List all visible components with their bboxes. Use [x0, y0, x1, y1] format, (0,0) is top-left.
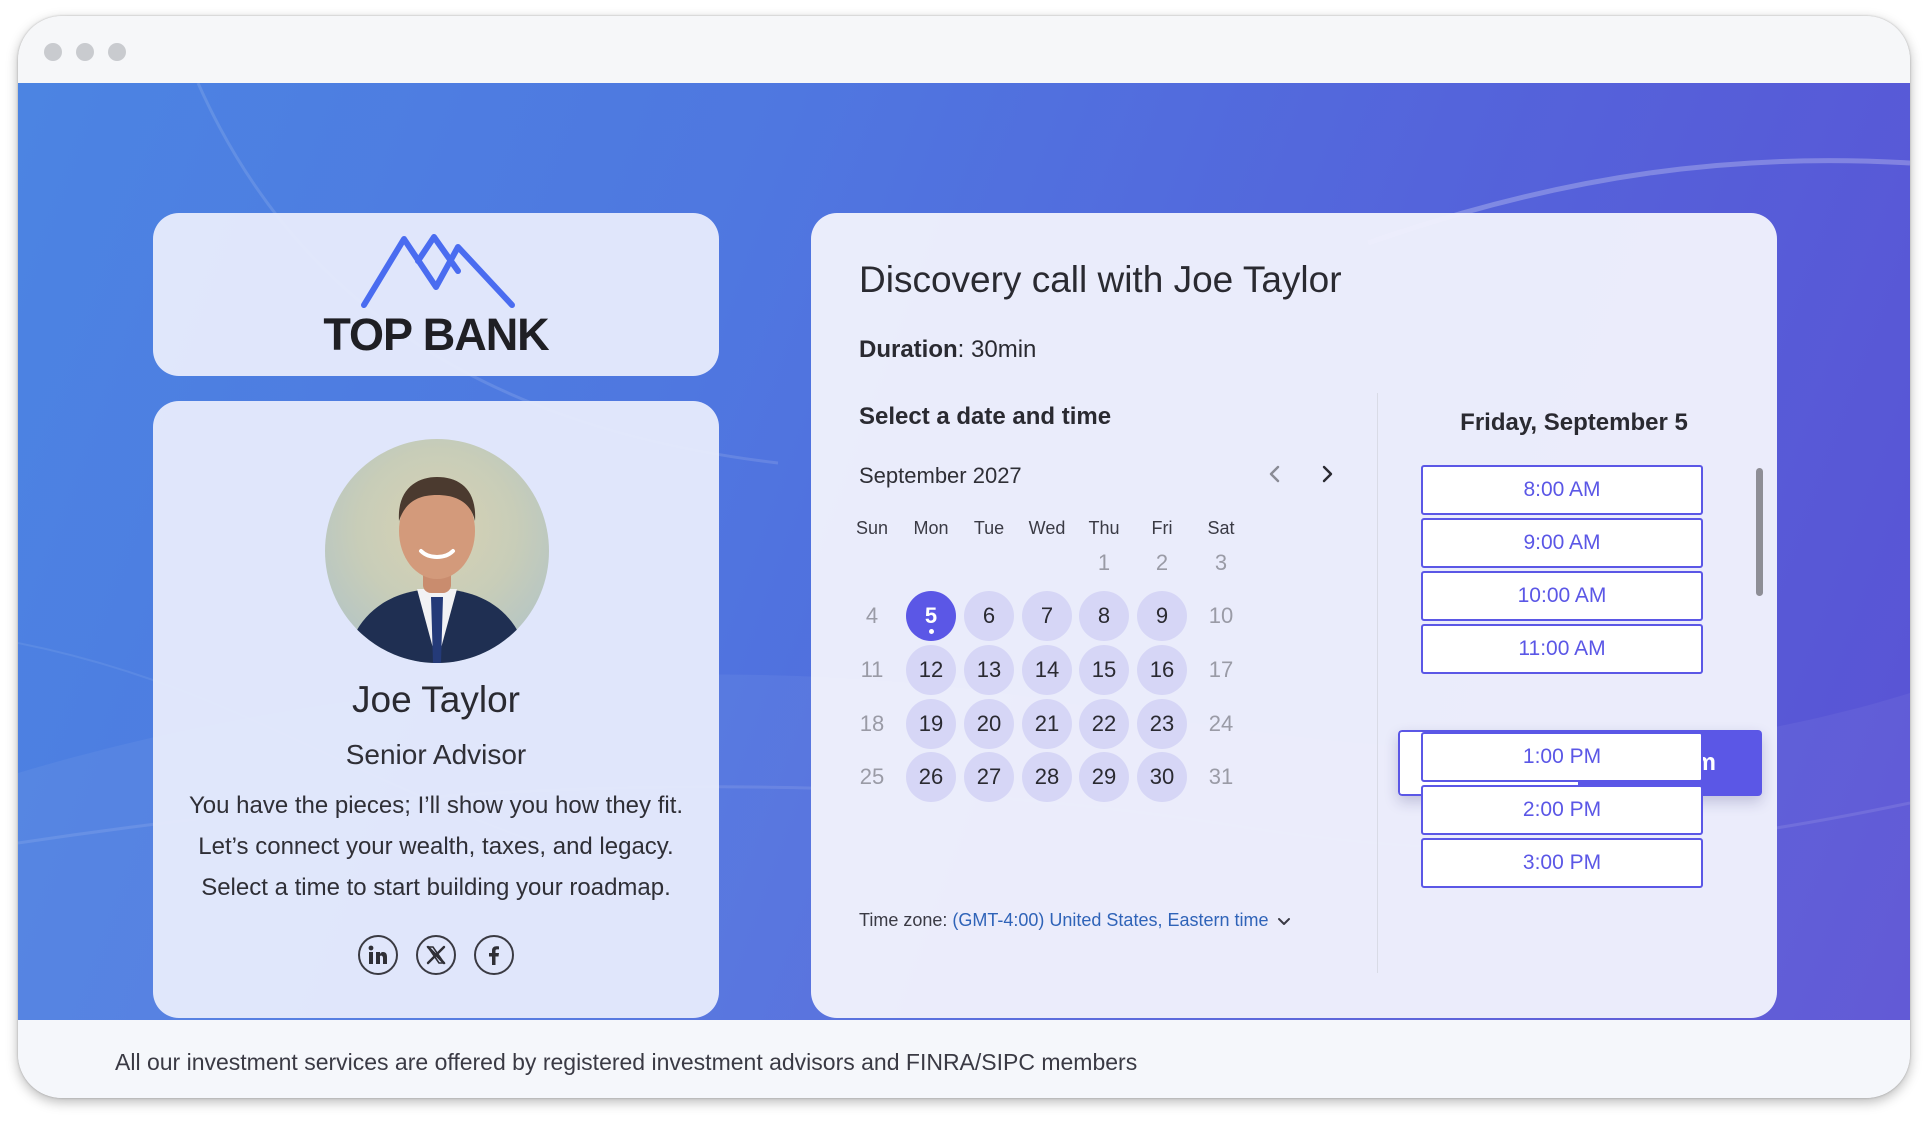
weekday-label: Sat: [1207, 518, 1235, 538]
panel-divider: [1377, 393, 1378, 973]
calendar-day[interactable]: 30: [1137, 752, 1187, 802]
weekday-label: Sun: [855, 518, 889, 538]
chevron-down-icon[interactable]: [1277, 911, 1291, 932]
window-dot-icon: [44, 43, 62, 61]
time-slot-button[interactable]: 8:00 AM: [1421, 465, 1703, 515]
calendar-day[interactable]: 20: [964, 699, 1014, 749]
timezone-value[interactable]: (GMT-4:00) United States, Eastern time: [952, 910, 1268, 930]
calendar-day: 2: [1155, 550, 1169, 575]
calendar-day[interactable]: 19: [906, 699, 956, 749]
time-slot-button[interactable]: 1:00 PM: [1421, 732, 1703, 782]
calendar-day: 11: [860, 657, 884, 682]
profile-card: Joe Taylor Senior Advisor You have the p…: [153, 401, 719, 1018]
weekday-label: Thu: [1088, 518, 1120, 538]
calendar-day: 10: [1208, 603, 1234, 628]
advisor-name: Joe Taylor: [352, 679, 520, 720]
calendar-day[interactable]: 7: [1022, 591, 1072, 641]
window-dot-icon: [108, 43, 126, 61]
calendar-day[interactable]: 28: [1022, 752, 1072, 802]
calendar-day: 24: [1208, 711, 1234, 736]
slots-scrollbar[interactable]: [1756, 468, 1763, 596]
x-icon[interactable]: [416, 935, 456, 975]
linkedin-icon[interactable]: [358, 935, 398, 975]
window-dot-icon: [76, 43, 94, 61]
calendar-day[interactable]: 23: [1137, 699, 1187, 749]
booking-card: Discovery call with Joe Taylor Duration:…: [811, 213, 1777, 1018]
avatar: [325, 439, 549, 663]
calendar-day[interactable]: 16: [1137, 645, 1187, 695]
brand-name: TOP BANK: [323, 309, 549, 360]
calendar-day: 18: [859, 711, 885, 736]
month-label: September 2027: [859, 463, 1022, 488]
footer-disclaimer: All our investment services are offered …: [115, 1049, 1138, 1075]
weekday-label: Mon: [913, 518, 949, 538]
calendar-day[interactable]: 29: [1079, 752, 1129, 802]
bio-line: Select a time to start building your roa…: [201, 874, 671, 901]
bio-line: You have the pieces; I’ll show you how t…: [188, 792, 684, 819]
calendar-day-selected[interactable]: 5: [906, 591, 956, 641]
calendar-day[interactable]: 26: [906, 752, 956, 802]
weekday-label: Wed: [1028, 518, 1066, 538]
duration-label: Duration: [859, 336, 958, 363]
calendar-day[interactable]: 21: [1022, 699, 1072, 749]
calendar-day: 25: [859, 764, 885, 789]
time-slot-button[interactable]: 3:00 PM: [1421, 838, 1703, 888]
bio-line: Let’s connect your wealth, taxes, and le…: [198, 833, 674, 860]
time-slot-button[interactable]: 11:00 AM: [1421, 624, 1703, 674]
calendar-day[interactable]: 15: [1079, 645, 1129, 695]
weekday-label: Tue: [973, 518, 1005, 538]
social-links: [153, 935, 719, 975]
calendar-day[interactable]: 27: [964, 752, 1014, 802]
page-background: TOP BANK Joe Taylor Senior Advisor You h…: [18, 83, 1910, 1020]
time-slot-button[interactable]: 10:00 AM: [1421, 571, 1703, 621]
selected-date-heading: Friday, September 5: [1460, 409, 1688, 436]
calendar-day[interactable]: 14: [1022, 645, 1072, 695]
facebook-icon[interactable]: [474, 935, 514, 975]
calendar-day[interactable]: 22: [1079, 699, 1129, 749]
calendar-day[interactable]: 6: [964, 591, 1014, 641]
calendar-day[interactable]: 8: [1079, 591, 1129, 641]
footer: All our investment services are offered …: [18, 1020, 1910, 1098]
calendar-day[interactable]: 13: [964, 645, 1014, 695]
time-slot-button[interactable]: 9:00 AM: [1421, 518, 1703, 568]
advisor-title: Senior Advisor: [345, 739, 527, 770]
booking-title: Discovery call with Joe Taylor: [859, 259, 1342, 300]
duration: Duration: 30min: [859, 336, 1036, 364]
calendar-day[interactable]: 9: [1137, 591, 1187, 641]
browser-window: TOP BANK Joe Taylor Senior Advisor You h…: [18, 16, 1910, 1098]
calendar-day: 3: [1214, 550, 1228, 575]
calendar-day: 1: [1097, 550, 1111, 575]
weekday-label: Fri: [1151, 518, 1173, 538]
time-slot-button[interactable]: 2:00 PM: [1421, 785, 1703, 835]
duration-value: : 30min: [957, 336, 1037, 363]
mountain-peaks-icon: [361, 234, 515, 308]
calendar-day[interactable]: 12: [906, 645, 956, 695]
calendar-day: 17: [1208, 657, 1234, 682]
calendar-day: 4: [865, 603, 879, 628]
window-titlebar: [18, 16, 1910, 83]
timezone-label: Time zone:: [859, 910, 953, 930]
calendar-day: 31: [1208, 764, 1234, 789]
timezone-selector[interactable]: Time zone: (GMT-4:00) United States, Eas…: [859, 910, 1291, 932]
chevron-left-icon[interactable]: [1259, 459, 1289, 489]
advisor-portrait-icon: [345, 477, 529, 663]
logo-card: TOP BANK: [153, 213, 719, 376]
select-date-heading: Select a date and time: [859, 403, 1112, 430]
chevron-right-icon[interactable]: [1313, 459, 1343, 489]
advisor-bio: You have the pieces; I’ll show you how t…: [173, 785, 699, 908]
